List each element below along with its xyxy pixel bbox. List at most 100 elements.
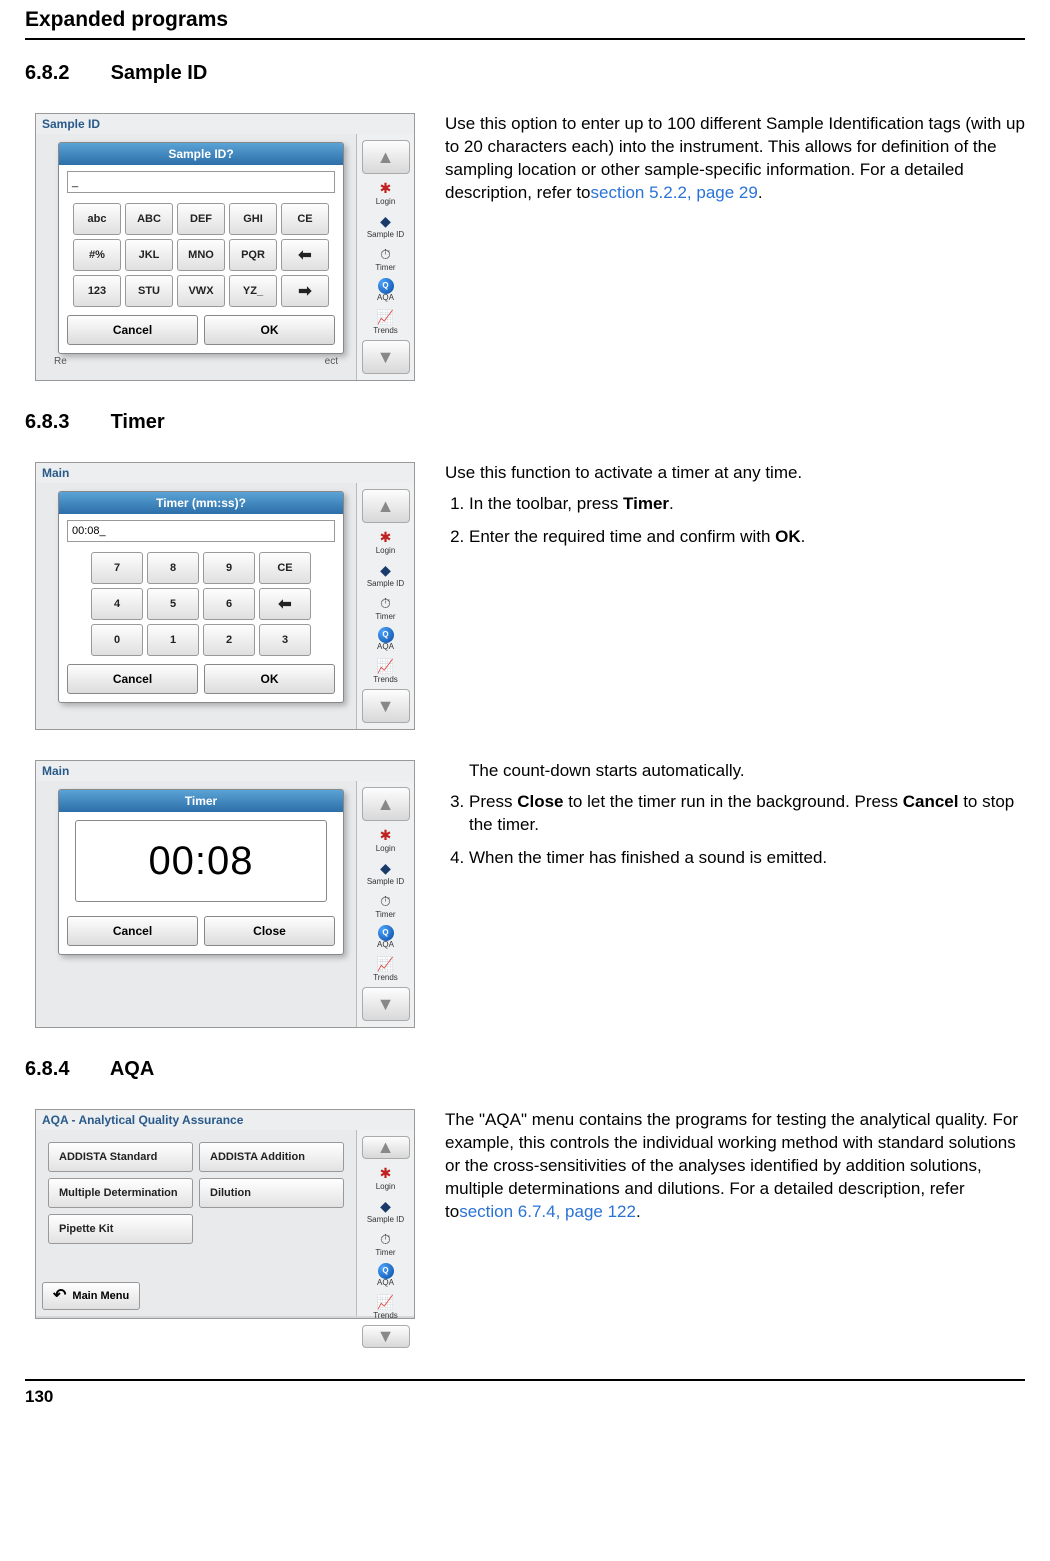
scroll-up-button[interactable]: ▲ [362, 489, 410, 523]
aqa-pipette-kit-button[interactable]: Pipette Kit [48, 1214, 193, 1244]
aqa-multiple-determination-button[interactable]: Multiple Determination [48, 1178, 193, 1208]
timer-icon: ⏱ [375, 594, 397, 612]
toolbar-sidebar: ▲ ✱ Login ◆ Sample ID ⏱ Timer [356, 134, 414, 380]
sidebar-item-aqa[interactable]: QAQA [377, 627, 394, 651]
key-3[interactable]: 3 [259, 624, 311, 656]
sidebar-item-login[interactable]: ✱Login [375, 528, 397, 555]
cancel-button[interactable]: Cancel [67, 916, 198, 946]
key-9[interactable]: 9 [203, 552, 255, 584]
key-ABC[interactable]: ABC [125, 203, 173, 235]
sidebar-item-label: Login [376, 547, 396, 555]
key-123[interactable]: 123 [73, 275, 121, 307]
bold-term: Cancel [903, 792, 959, 811]
step-item: Press Close to let the timer run in the … [469, 791, 1025, 837]
scroll-down-button[interactable]: ▼ [362, 1325, 410, 1348]
sidebar-item-sample-id[interactable]: ◆Sample ID [367, 1197, 404, 1224]
bold-term: OK [775, 527, 801, 546]
close-button[interactable]: Close [204, 916, 335, 946]
login-icon: ✱ [375, 826, 397, 844]
countdown-display: 00:08 [75, 820, 327, 902]
cancel-button[interactable]: Cancel [67, 664, 198, 694]
sidebar-item-aqa[interactable]: QAQA [377, 1263, 394, 1287]
sidebar-item-trends[interactable]: 📈Trends [373, 1293, 398, 1320]
section-title: Timer [111, 411, 165, 433]
key-6[interactable]: 6 [203, 588, 255, 620]
key-7[interactable]: 7 [91, 552, 143, 584]
crossref-link[interactable]: section 6.7.4, page 122 [459, 1202, 636, 1221]
key-backspace[interactable]: ⬅ [281, 239, 329, 271]
aqa-description: The "AQA" menu contains the programs for… [425, 1109, 1025, 1224]
sidebar-item-timer[interactable]: ⏱Timer [375, 1230, 397, 1257]
aqa-icon: Q [378, 1263, 394, 1279]
sidebar-item-sample-id[interactable]: ◆Sample ID [367, 561, 404, 588]
key-JKL[interactable]: JKL [125, 239, 173, 271]
key-MNO[interactable]: MNO [177, 239, 225, 271]
sidebar-item-label: AQA [377, 294, 394, 302]
timer-input[interactable]: 00:08_ [67, 520, 335, 542]
sidebar-item-trends[interactable]: 📈 Trends [373, 308, 398, 335]
key-VWX[interactable]: VWX [177, 275, 225, 307]
scroll-down-button[interactable]: ▼ [362, 987, 410, 1021]
key-1[interactable]: 1 [147, 624, 199, 656]
section-number: 6.8.3 [25, 411, 105, 434]
sidebar-item-label: Timer [375, 1249, 395, 1257]
aqa-titlebar: AQA - Analytical Quality Assurance [36, 1110, 414, 1130]
key-PQR[interactable]: PQR [229, 239, 277, 271]
ok-button[interactable]: OK [204, 315, 335, 345]
key-YZ[interactable]: YZ_ [229, 275, 277, 307]
crossref-link[interactable]: section 5.2.2, page 29 [591, 183, 758, 202]
sidebar-item-login[interactable]: ✱Login [375, 826, 397, 853]
sidebar-item-label: Login [376, 1183, 396, 1191]
sidebar-item-timer[interactable]: ⏱ Timer [375, 245, 397, 272]
key-forward[interactable]: ➡ [281, 275, 329, 307]
scroll-up-button[interactable]: ▲ [362, 1136, 410, 1159]
sidebar-item-timer[interactable]: ⏱Timer [375, 594, 397, 621]
scroll-down-button[interactable]: ▼ [362, 689, 410, 723]
sidebar-item-timer[interactable]: ⏱Timer [375, 892, 397, 919]
sidebar-item-aqa[interactable]: Q AQA [377, 278, 394, 302]
scroll-up-button[interactable]: ▲ [362, 787, 410, 821]
shot-corner-title: Main [36, 463, 414, 483]
key-CE[interactable]: CE [281, 203, 329, 235]
cancel-button[interactable]: Cancel [67, 315, 198, 345]
key-CE[interactable]: CE [259, 552, 311, 584]
ok-button[interactable]: OK [204, 664, 335, 694]
aqa-addista-addition-button[interactable]: ADDISTA Addition [199, 1142, 344, 1172]
aqa-icon: Q [378, 278, 394, 294]
sidebar-item-login[interactable]: ✱ Login [375, 179, 397, 206]
scroll-down-button[interactable]: ▼ [362, 340, 410, 374]
sidebar-item-login[interactable]: ✱Login [375, 1164, 397, 1191]
timer-icon: ⏱ [375, 245, 397, 263]
key-4[interactable]: 4 [91, 588, 143, 620]
sidebar-item-sample-id[interactable]: ◆Sample ID [367, 859, 404, 886]
main-menu-button[interactable]: ↶ Main Menu [42, 1282, 140, 1310]
key-GHI[interactable]: GHI [229, 203, 277, 235]
sidebar-item-label: Sample ID [367, 231, 404, 239]
step-item: In the toolbar, press Timer. [469, 493, 1025, 516]
aqa-addista-standard-button[interactable]: ADDISTA Standard [48, 1142, 193, 1172]
bold-term: Timer [623, 494, 669, 513]
key-0[interactable]: 0 [91, 624, 143, 656]
sample-id-icon: ◆ [374, 1197, 396, 1215]
key-hashpct[interactable]: #% [73, 239, 121, 271]
sidebar-item-aqa[interactable]: QAQA [377, 925, 394, 949]
scroll-up-button[interactable]: ▲ [362, 140, 410, 174]
sidebar-item-trends[interactable]: 📈Trends [373, 657, 398, 684]
sidebar-item-sample-id[interactable]: ◆ Sample ID [367, 212, 404, 239]
aqa-dilution-button[interactable]: Dilution [199, 1178, 344, 1208]
sample-id-description: Use this option to enter up to 100 diffe… [425, 113, 1025, 205]
section-title: AQA [110, 1058, 154, 1080]
sidebar-item-label: AQA [377, 643, 394, 651]
key-5[interactable]: 5 [147, 588, 199, 620]
key-DEF[interactable]: DEF [177, 203, 225, 235]
key-abc[interactable]: abc [73, 203, 121, 235]
screenshot-sample-id: Sample ID Sample ID? _ abc ABC DEF GHI C… [35, 113, 415, 381]
sidebar-item-trends[interactable]: 📈Trends [373, 955, 398, 982]
key-backspace[interactable]: ⬅ [259, 588, 311, 620]
key-STU[interactable]: STU [125, 275, 173, 307]
key-8[interactable]: 8 [147, 552, 199, 584]
sidebar-item-label: Timer [375, 264, 395, 272]
sample-id-input[interactable]: _ [67, 171, 335, 193]
key-2[interactable]: 2 [203, 624, 255, 656]
body-text: . [669, 494, 674, 513]
